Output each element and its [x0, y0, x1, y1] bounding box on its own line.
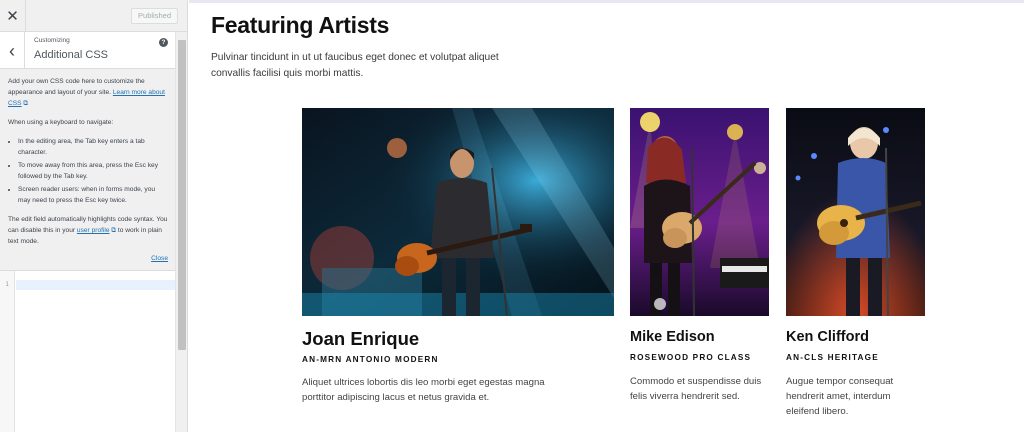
artist-photo [630, 108, 769, 316]
breadcrumb: Customizing [34, 37, 70, 44]
publish-button[interactable]: Published [131, 8, 178, 24]
artist-description: Commodo et suspendisse duis felis viverr… [630, 376, 762, 402]
scrollbar-thumb[interactable] [178, 40, 186, 350]
customizer-sidebar: ✕ Published ‹ Customizing Additional CSS… [0, 0, 188, 432]
artist-guitar-model: ROSEWOOD PRO CLASS [630, 353, 752, 362]
page-title: Featuring Artists [211, 12, 390, 38]
chevron-left-icon: ‹ [9, 40, 15, 61]
editor-gutter: 1 [0, 271, 15, 432]
artist-name: Ken Clifford [786, 329, 869, 345]
artist-description: Augue tempor consequat hendrerit amet, i… [786, 376, 894, 417]
line-number: 1 [5, 281, 9, 288]
keyboard-tip: Screen reader users: when in forms mode,… [18, 184, 168, 206]
page-intro: Pulvinar tincidunt in ut ut faucibus ege… [211, 52, 499, 79]
close-customizer-button[interactable]: ✕ [0, 0, 26, 32]
back-button[interactable]: ‹ [0, 32, 25, 69]
customizer-header: ✕ Published [0, 0, 187, 32]
artist-name: Mike Edison [630, 329, 715, 345]
section-description: Add your own CSS code here to customize … [0, 69, 176, 247]
section-title: Additional CSS [34, 49, 108, 61]
keyboard-tip: To move away from this area, press the E… [18, 160, 168, 182]
site-preview: Featuring Artists Pulvinar tincidunt in … [189, 0, 1024, 432]
intro-paragraph: Add your own CSS code here to customize … [8, 76, 168, 109]
artist-name: Joan Enrique [302, 328, 420, 349]
editor-active-line[interactable] [16, 280, 176, 290]
customizer-panel: ‹ Customizing Additional CSS ? Add your … [0, 32, 176, 432]
artist-guitar-model: AN-CLS HERITAGE [786, 353, 879, 362]
keyboard-tip: In the editing area, the Tab key enters … [18, 136, 168, 158]
artist-photo [786, 108, 925, 316]
help-icon[interactable]: ? [159, 38, 168, 47]
external-link-icon: ⧉ [111, 227, 117, 234]
preview-top-border [189, 0, 1024, 3]
section-header: ‹ Customizing Additional CSS ? [0, 32, 176, 69]
artist-description: Aliquet ultrices lobortis dis leo morbi … [302, 377, 545, 403]
artist-photo [302, 108, 614, 316]
sidebar-scrollbar[interactable] [175, 32, 187, 432]
close-description-link[interactable]: Close [0, 255, 176, 262]
keyboard-tips-list: In the editing area, the Tab key enters … [18, 136, 168, 206]
syntax-paragraph: The edit field automatically highlights … [8, 214, 168, 247]
artist-guitar-model: AN-MRN ANTONIO MODERN [302, 355, 439, 364]
css-code-editor[interactable]: 1 [0, 270, 176, 432]
user-profile-link[interactable]: user profile [77, 227, 110, 234]
close-icon: ✕ [6, 8, 19, 25]
keyboard-heading: When using a keyboard to navigate: [8, 119, 114, 126]
external-link-icon: ⧉ [23, 100, 29, 107]
